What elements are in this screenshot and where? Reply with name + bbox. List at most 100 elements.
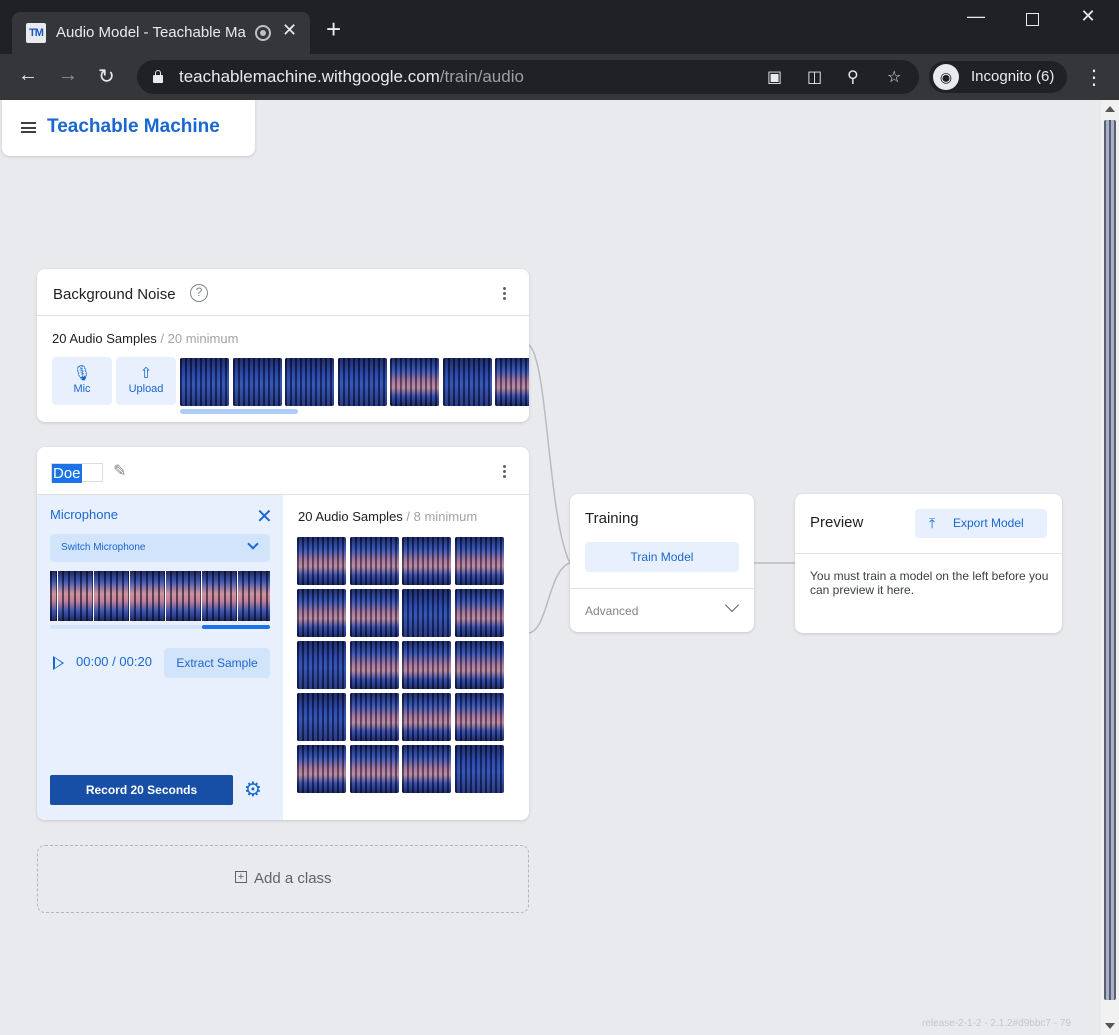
sample-thumbnail[interactable] <box>297 745 346 793</box>
record-button[interactable]: Record 20 Seconds <box>50 775 233 805</box>
gear-icon[interactable]: ⚙ <box>244 777 262 802</box>
forward-arrow-icon[interactable]: → <box>58 64 78 87</box>
scroll-down-icon[interactable] <box>1105 1023 1115 1029</box>
segment-divider <box>129 571 130 621</box>
tab-title: Audio Model - Teachable Ma <box>56 24 246 41</box>
preview-message: You must train a model on the left befor… <box>810 569 1049 597</box>
sample-thumbnail[interactable] <box>233 358 282 406</box>
segment-divider <box>57 571 58 621</box>
window-close-button[interactable]: ✕ <box>1060 6 1116 27</box>
sample-thumbnail[interactable] <box>402 745 451 793</box>
switch-microphone-select[interactable]: Switch Microphone <box>50 534 270 562</box>
browser-tab[interactable]: TM Audio Model - Teachable Ma ✕ <box>12 12 310 54</box>
sample-thumbnail[interactable] <box>285 358 334 406</box>
window-minimize-button[interactable]: — <box>948 6 1004 27</box>
sample-thumbnail[interactable] <box>443 358 492 406</box>
play-icon[interactable] <box>53 656 64 670</box>
close-icon[interactable]: ✕ <box>256 504 273 529</box>
sample-thumbnail[interactable] <box>402 693 451 741</box>
add-class-button[interactable]: + Add a class <box>37 845 529 913</box>
reload-icon[interactable]: ↻ <box>98 64 115 89</box>
sample-thumbnail[interactable] <box>297 589 346 637</box>
scrollbar-thumb[interactable] <box>1104 120 1116 1000</box>
sample-thumbnail[interactable] <box>338 358 387 406</box>
sample-thumbnail[interactable] <box>495 358 529 406</box>
sample-thumbnail[interactable] <box>454 693 504 741</box>
class-options-icon[interactable] <box>502 287 508 302</box>
audio-recording-icon <box>255 25 271 41</box>
address-bar[interactable]: teachablemachine.withgoogle.com/train/au… <box>137 60 919 94</box>
sample-thumbnail[interactable] <box>349 641 399 689</box>
microphone-panel-title: Microphone <box>50 507 118 522</box>
export-model-button[interactable]: ⤒ Export Model <box>915 509 1047 538</box>
samples-count: 20 Audio Samples / 8 minimum <box>298 509 478 524</box>
chevron-down-icon[interactable] <box>724 597 740 613</box>
sample-thumbnail[interactable] <box>180 358 229 406</box>
playback-time: 00:00 / 00:20 <box>76 654 152 669</box>
samples-count: 20 Audio Samples / 20 minimum <box>52 331 239 346</box>
browser-toolbar: ← → ↻ teachablemachine.withgoogle.com/tr… <box>0 54 1119 100</box>
translate-icon[interactable]: ◫ <box>807 67 822 87</box>
sample-thumbnail[interactable] <box>402 537 451 585</box>
mic-button[interactable]: 🎙 Mic <box>52 357 112 405</box>
camera-icon[interactable]: ▣ <box>767 67 782 87</box>
background-noise-class-card: Background Noise ? 20 Audio Samples / 20… <box>37 269 529 422</box>
app-logo[interactable]: Teachable Machine <box>47 116 220 138</box>
hamburger-menu-icon[interactable] <box>21 122 36 133</box>
microphone-icon: 🎙 <box>72 365 92 382</box>
upload-button[interactable]: ⇧ Upload <box>116 357 176 405</box>
page-scrollbar[interactable] <box>1101 100 1119 1035</box>
sample-thumbnail[interactable] <box>390 358 439 406</box>
url-text[interactable]: teachablemachine.withgoogle.com/train/au… <box>179 67 524 87</box>
sample-thumbnail[interactable] <box>297 537 346 585</box>
custom-class-card: Doe ✎ Microphone ✕ Switch Microphone 00:… <box>37 447 529 820</box>
app-header: Teachable Machine <box>2 100 255 156</box>
new-tab-button[interactable]: + <box>326 16 341 42</box>
browser-titlebar: TM Audio Model - Teachable Ma ✕ + — ✕ <box>0 0 1119 54</box>
add-class-label: Add a class <box>254 870 332 887</box>
train-model-button[interactable]: Train Model <box>585 542 739 572</box>
extract-sample-button[interactable]: Extract Sample <box>164 648 270 678</box>
back-arrow-icon[interactable]: ← <box>18 64 38 87</box>
segment-divider <box>93 571 94 621</box>
preview-title: Preview <box>810 514 864 531</box>
sample-thumbnail[interactable] <box>349 537 399 585</box>
sample-thumbnail[interactable] <box>297 693 346 741</box>
sample-thumbnail[interactable] <box>454 745 504 793</box>
advanced-toggle-label[interactable]: Advanced <box>585 604 638 618</box>
add-icon: + <box>235 871 247 883</box>
tab-favicon: TM <box>26 23 46 43</box>
sample-thumbnail[interactable] <box>297 641 346 689</box>
sample-thumbnail[interactable] <box>454 589 504 637</box>
class-name-input[interactable]: Doe <box>51 463 103 483</box>
sample-thumbnail[interactable] <box>454 641 504 689</box>
sample-thumbnail[interactable] <box>402 589 451 637</box>
help-icon[interactable]: ? <box>190 284 208 302</box>
segment-divider <box>237 571 238 621</box>
sample-thumbnails[interactable] <box>180 358 529 406</box>
star-icon[interactable]: ☆ <box>887 67 901 87</box>
incognito-indicator[interactable]: ◉ Incognito (6) <box>929 61 1067 93</box>
pencil-icon[interactable]: ✎ <box>113 461 126 481</box>
sample-thumbnail[interactable] <box>402 641 451 689</box>
playback-selection[interactable] <box>202 625 270 629</box>
sample-thumbnail[interactable] <box>454 537 504 585</box>
thumbnails-scroll-indicator[interactable] <box>180 409 298 414</box>
window-maximize-button[interactable] <box>1004 6 1060 31</box>
browser-menu-icon[interactable]: ⋮ <box>1084 65 1104 90</box>
divider <box>37 315 529 316</box>
chevron-down-icon <box>247 538 259 550</box>
training-title: Training <box>585 510 639 527</box>
sample-thumbnail[interactable] <box>349 693 399 741</box>
zoom-icon[interactable]: ⚲ <box>847 67 859 87</box>
recorded-samples-area: 20 Audio Samples / 8 minimum <box>283 495 529 820</box>
lock-icon <box>153 70 163 83</box>
scroll-up-icon[interactable] <box>1105 106 1115 112</box>
divider <box>570 588 754 589</box>
incognito-icon: ◉ <box>933 64 959 90</box>
sample-thumbnail[interactable] <box>349 745 399 793</box>
tab-close-icon[interactable]: ✕ <box>282 20 297 41</box>
version-label: release-2-1-2 - 2.1.2#d9bbc7 - 79 <box>922 1018 1071 1029</box>
sample-thumbnail[interactable] <box>349 589 399 637</box>
class-options-icon[interactable] <box>502 465 508 480</box>
